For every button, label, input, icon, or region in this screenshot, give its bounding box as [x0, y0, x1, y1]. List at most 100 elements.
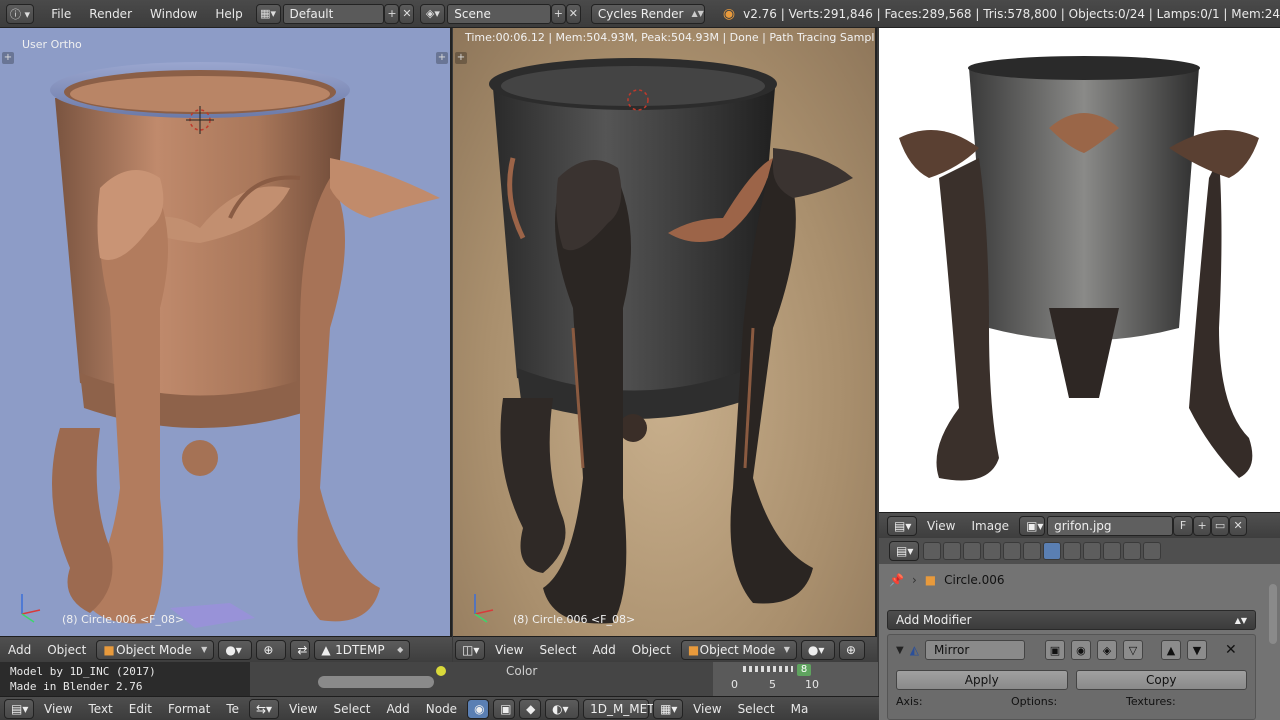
material-name-field[interactable]: 1D_M_MET	[583, 698, 655, 719]
shader-nodes-icon[interactable]: ◉	[467, 698, 490, 719]
pin-icon[interactable]: 📌	[889, 573, 904, 587]
add-layout-icon[interactable]: +	[384, 3, 400, 24]
move-down-icon[interactable]: ▼	[1186, 640, 1207, 660]
menu-select[interactable]: Select	[325, 702, 378, 716]
image-browse-icon[interactable]: ▣▾	[1019, 515, 1046, 536]
viewport-left-header: Add Object ■ Object Mode ▼ ●▾ ⊕ ⇄ ▲ 1DTEM…	[0, 636, 452, 662]
world-tab-icon[interactable]	[983, 542, 1001, 560]
viewport-visibility-icon[interactable]: ◉	[1070, 640, 1091, 660]
griffin-pot-model-rendered	[474, 58, 853, 624]
add-modifier-dropdown[interactable]: Add Modifier ▲▼	[887, 610, 1256, 630]
viewport-shading-dropdown[interactable]: ●▾	[218, 639, 253, 660]
editmode-visibility-icon[interactable]: ◈	[1096, 640, 1117, 660]
viewport-rendered[interactable]: Time:00:06.12 | Mem:504.93M, Peak:504.93…	[453, 28, 877, 636]
mode-dropdown[interactable]: ■ Object Mode ▼	[96, 639, 215, 660]
menu-add[interactable]: Add	[0, 643, 39, 657]
remove-scene-icon[interactable]: ✕	[565, 3, 581, 24]
scene-tab-icon[interactable]	[963, 542, 981, 560]
apply-button[interactable]: Apply	[896, 670, 1068, 690]
particles-tab-icon[interactable]	[1123, 542, 1141, 560]
color-label: Color	[506, 664, 538, 678]
editor-type-properties-icon[interactable]: ▤▾	[889, 541, 919, 561]
menu-object[interactable]: Object	[624, 643, 679, 657]
remove-layout-icon[interactable]: ✕	[399, 3, 415, 24]
editor-type-info-icon[interactable]: ⓘ ▾	[6, 3, 35, 24]
manipulator-toggle[interactable]: ⇄	[290, 639, 311, 660]
griffin-pot-model-solid	[21, 62, 440, 628]
cage-icon[interactable]: ▽	[1122, 640, 1143, 660]
data-tab-icon[interactable]	[1063, 542, 1081, 560]
texture-tab-icon[interactable]	[1103, 542, 1121, 560]
node-color-strip: Color	[250, 662, 713, 696]
properties-scrollbar[interactable]	[1269, 584, 1277, 644]
menu-view[interactable]: View	[36, 702, 80, 716]
close-image-icon[interactable]: ✕	[1229, 515, 1248, 536]
timeline-area[interactable]: 8 0 5 10	[713, 662, 878, 696]
menu-select[interactable]: Select	[730, 702, 783, 716]
new-image-icon[interactable]: +	[1193, 515, 1212, 536]
modifiers-tab-icon[interactable]	[1043, 542, 1061, 560]
layer-field[interactable]: ▲ 1DTEMP ◆	[314, 639, 411, 660]
current-frame-badge[interactable]: 8	[797, 664, 811, 676]
menu-view[interactable]: View	[919, 519, 963, 533]
pivot-point-dropdown[interactable]: ⊕	[256, 639, 287, 660]
screen-layout-field[interactable]: Default	[282, 3, 385, 24]
color-socket-icon[interactable]	[436, 666, 446, 676]
menu-render[interactable]: Render	[80, 7, 141, 21]
menu-marker[interactable]: Ma	[783, 702, 817, 716]
move-up-icon[interactable]: ▲	[1160, 640, 1181, 660]
object-tab-icon[interactable]	[1003, 542, 1021, 560]
material-slot-icon[interactable]: ◐▾	[545, 698, 580, 719]
editor-type-image-icon[interactable]: ▤▾	[887, 515, 917, 536]
collapse-triangle-icon[interactable]: ▼	[896, 645, 904, 656]
editor-type-node-icon[interactable]: ⇆▾	[249, 698, 279, 719]
menu-window[interactable]: Window	[141, 7, 206, 21]
render-engine-dropdown[interactable]: Cycles Render ▲▼	[590, 3, 705, 24]
image-name-field[interactable]: grifon.jpg	[1047, 515, 1174, 536]
editor-type-icon[interactable]: ▦▾	[653, 698, 684, 719]
menu-edit[interactable]: Edit	[121, 702, 160, 716]
menu-view[interactable]: View	[281, 702, 325, 716]
text-editor[interactable]: Model by 1D_INC (2017) Made in Blender 2…	[0, 662, 250, 696]
add-scene-icon[interactable]: +	[550, 3, 566, 24]
layer-icon: ▲	[321, 642, 331, 657]
viewport-shading-dropdown[interactable]: ●▾	[800, 639, 835, 660]
fake-user-toggle[interactable]: F	[1173, 515, 1194, 536]
material-tab-icon[interactable]	[1083, 542, 1101, 560]
open-image-icon[interactable]: ▭	[1211, 515, 1230, 536]
menu-templates[interactable]: Te	[218, 702, 247, 716]
menu-view[interactable]: View	[487, 643, 531, 657]
editor-type-3d-icon[interactable]: ◫▾	[455, 639, 485, 660]
chevron-icon: ▼	[783, 645, 790, 654]
menu-file[interactable]: File	[42, 7, 80, 21]
menu-help[interactable]: Help	[206, 7, 251, 21]
mode-dropdown[interactable]: ■ Object Mode ▼	[680, 639, 797, 660]
viewport-solid[interactable]: User Ortho + + (8) Circle.006 <F_08>	[0, 28, 452, 636]
copy-button[interactable]: Copy	[1075, 670, 1247, 690]
physics-tab-icon[interactable]	[1143, 542, 1161, 560]
image-editor-canvas[interactable]	[879, 28, 1280, 512]
scroll-handle[interactable]	[318, 676, 434, 688]
render-tab-icon[interactable]	[923, 542, 941, 560]
modifier-name-field[interactable]: Mirror	[924, 640, 1025, 660]
render-visibility-icon[interactable]: ▣	[1044, 640, 1065, 660]
menu-text[interactable]: Text	[80, 702, 120, 716]
compositing-nodes-icon[interactable]: ▣	[493, 698, 516, 719]
menu-select[interactable]: Select	[531, 643, 584, 657]
menu-object[interactable]: Object	[39, 643, 94, 657]
menu-view[interactable]: View	[685, 702, 729, 716]
remove-modifier-icon[interactable]: ✕	[1225, 642, 1237, 658]
material-icon[interactable]: ◆	[519, 698, 542, 719]
menu-add[interactable]: Add	[379, 702, 418, 716]
menu-add[interactable]: Add	[585, 643, 624, 657]
editor-type-text-icon[interactable]: ▤▾	[4, 698, 34, 719]
screen-layout-icon[interactable]: ▦▾	[255, 3, 281, 24]
pivot-point-dropdown[interactable]: ⊕	[838, 639, 865, 660]
menu-format[interactable]: Format	[160, 702, 218, 716]
menu-image[interactable]: Image	[963, 519, 1017, 533]
render-layers-tab-icon[interactable]	[943, 542, 961, 560]
constraints-tab-icon[interactable]	[1023, 542, 1041, 560]
scene-field[interactable]: Scene	[447, 3, 551, 24]
scene-icon[interactable]: ◈▾	[420, 3, 446, 24]
menu-node[interactable]: Node	[418, 702, 465, 716]
